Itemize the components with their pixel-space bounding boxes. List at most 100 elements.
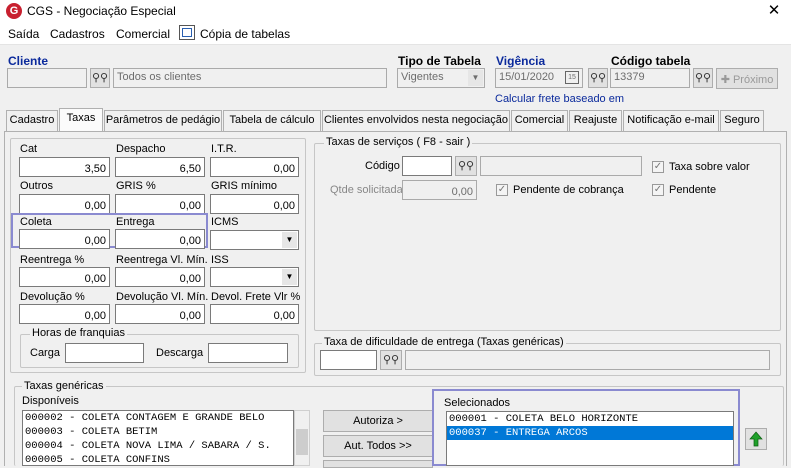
devol-frete-field[interactable]: 0,00 [210, 304, 299, 324]
devolucao-pct-label: Devolução % [20, 291, 85, 303]
aut-todos-button[interactable]: Aut. Todos >> [323, 435, 433, 457]
plus-icon: ✚ [720, 74, 733, 86]
menu-cadastros[interactable]: Cadastros [50, 27, 105, 41]
pendente-checkbox[interactable]: ✓ [652, 184, 664, 196]
servico-codigo-field[interactable] [402, 156, 452, 176]
proximo-button[interactable]: ✚ Próximo [716, 68, 778, 89]
tab-clientes-envolvidos[interactable]: Clientes envolvidos nesta negociação [322, 110, 510, 131]
iss-select[interactable]: ▼ [210, 267, 299, 287]
iss-label: ISS [211, 254, 229, 266]
pendente-cobranca-checkbox[interactable]: ✓ [496, 184, 508, 196]
entrega-field[interactable]: 0,00 [115, 229, 205, 249]
taxa-sobre-valor-label: Taxa sobre valor [669, 161, 750, 173]
tab-tabela-calculo[interactable]: Tabela de cálculo [223, 110, 321, 131]
vigencia-search-icon[interactable]: ⚲⚲ [588, 68, 608, 88]
cliente-code-field[interactable] [7, 68, 87, 88]
devolucao-min-label: Devolução Vl. Mín. [116, 291, 209, 303]
descarga-field[interactable] [208, 343, 288, 363]
codigo-search-icon[interactable]: ⚲⚲ [693, 68, 713, 88]
reentrega-pct-label: Reentrega % [20, 254, 85, 266]
carga-label: Carga [30, 347, 60, 359]
list-item[interactable]: 000003 - COLETA BETIM [23, 425, 293, 439]
despacho-field[interactable]: 6,50 [115, 157, 205, 177]
scrollbar-thumb[interactable] [296, 429, 308, 455]
itr-label: I.T.R. [211, 143, 237, 155]
outros-field[interactable]: 0,00 [19, 194, 110, 214]
calc-frete-link[interactable]: Calcular frete baseado em [495, 93, 624, 105]
icms-select[interactable]: ▼ [210, 230, 299, 250]
pendente-label: Pendente [669, 184, 717, 196]
devolucao-pct-field[interactable]: 0,00 [19, 304, 110, 324]
coleta-field[interactable]: 0,00 [19, 229, 110, 249]
tab-reajuste[interactable]: Reajuste [569, 110, 622, 131]
tab-seguro[interactable]: Seguro [720, 110, 764, 131]
dificuldade-legend: Taxa de dificuldade de entrega (Taxas ge… [322, 336, 566, 348]
cliente-search-icon[interactable]: ⚲⚲ [90, 68, 110, 88]
gris-min-label: GRIS mínimo [211, 180, 278, 192]
cat-label: Cat [20, 143, 38, 155]
calendar-icon[interactable]: 15 [565, 71, 579, 84]
selecionados-label: Selecionados [444, 397, 511, 409]
tab-cadastro[interactable]: Cadastro [6, 110, 58, 131]
descarga-label: Descarga [156, 347, 204, 359]
pendente-cobranca-label: Pendente de cobrança [513, 184, 624, 196]
list-item[interactable]: 000001 - COLETA BELO HORIZONTE [447, 412, 733, 426]
reentrega-min-field[interactable]: 0,00 [115, 267, 205, 287]
chevron-down-icon: ▼ [282, 269, 297, 285]
despacho-label: Despacho [116, 143, 166, 155]
tab-comercial[interactable]: Comercial [511, 110, 568, 131]
gris-pct-field[interactable]: 0,00 [115, 194, 205, 214]
cliente-name-field: Todos os clientes [113, 68, 387, 88]
menu-saida[interactable]: Saída [8, 27, 39, 41]
tab-parametros-pedagio[interactable]: Parâmetros de pedágio [104, 110, 222, 131]
cliente-label: Cliente [8, 54, 49, 68]
menu-copia-tabelas[interactable]: Cópia de tabelas [200, 27, 290, 41]
vigencia-label: Vigência [496, 54, 546, 68]
disponiveis-scrollbar[interactable] [294, 410, 310, 466]
arrow-up-icon [749, 431, 763, 447]
servico-descricao-field [480, 156, 642, 176]
list-item[interactable]: 000002 - COLETA CONTAGEM E GRANDE BELO [23, 411, 293, 425]
tipo-tabela-label: Tipo de Tabela [398, 54, 481, 68]
move-up-button[interactable] [745, 428, 767, 450]
tipo-tabela-select[interactable]: Vigentes ▼ [397, 68, 485, 88]
taxa-sobre-valor-checkbox[interactable]: ✓ [652, 161, 664, 173]
itr-field[interactable]: 0,00 [210, 157, 299, 177]
franquias-legend: Horas de franquias [30, 327, 127, 339]
selecionados-list[interactable]: 000001 - COLETA BELO HORIZONTE 000037 - … [446, 411, 734, 466]
list-item[interactable]: 000004 - COLETA NOVA LIMA / SABARA / S. [23, 439, 293, 453]
list-item[interactable]: 000005 - COLETA CONFINS [23, 453, 293, 465]
codigo-label: Código [365, 160, 400, 172]
carga-field[interactable] [65, 343, 144, 363]
outros-label: Outros [20, 180, 54, 192]
codigo-tabela-field[interactable]: 13379 [610, 68, 690, 88]
icms-label: ICMS [211, 216, 239, 228]
servicos-legend: Taxas de serviços ( F8 - sair ) [324, 136, 473, 148]
tab-taxas[interactable]: Taxas [59, 108, 103, 132]
copy-tables-icon [179, 25, 195, 40]
devol-frete-label: Devol. Frete Vlr % [211, 291, 301, 303]
remove-button[interactable] [323, 460, 433, 468]
app-icon: G [6, 3, 22, 19]
close-icon[interactable]: ✕ [760, 0, 788, 22]
dificuldade-code-field[interactable] [320, 350, 377, 370]
gris-pct-label: GRIS % [116, 180, 156, 192]
reentrega-pct-field[interactable]: 0,00 [19, 267, 110, 287]
vigencia-field[interactable]: 15/01/2020 15 [495, 68, 583, 88]
qtde-field[interactable]: 0,00 [402, 180, 477, 200]
servico-search-icon[interactable]: ⚲⚲ [455, 156, 477, 176]
dificuldade-descricao-field [405, 350, 770, 370]
entrega-label: Entrega [116, 216, 155, 228]
gris-min-field[interactable]: 0,00 [210, 194, 299, 214]
tab-notificacao-email[interactable]: Notificação e-mail [623, 110, 719, 131]
list-item-selected[interactable]: 000037 - ENTREGA ARCOS [447, 426, 733, 440]
autoriza-button[interactable]: Autoriza > [323, 410, 433, 432]
devolucao-min-field[interactable]: 0,00 [115, 304, 205, 324]
disponiveis-list[interactable]: 000002 - COLETA CONTAGEM E GRANDE BELO 0… [22, 410, 294, 466]
menu-comercial[interactable]: Comercial [116, 27, 170, 41]
chevron-down-icon: ▼ [468, 70, 483, 86]
cat-field[interactable]: 3,50 [19, 157, 110, 177]
dificuldade-search-icon[interactable]: ⚲⚲ [380, 350, 402, 370]
vigencia-value: 15/01/2020 [499, 71, 555, 83]
qtde-label: Qtde solicitada [330, 184, 403, 196]
